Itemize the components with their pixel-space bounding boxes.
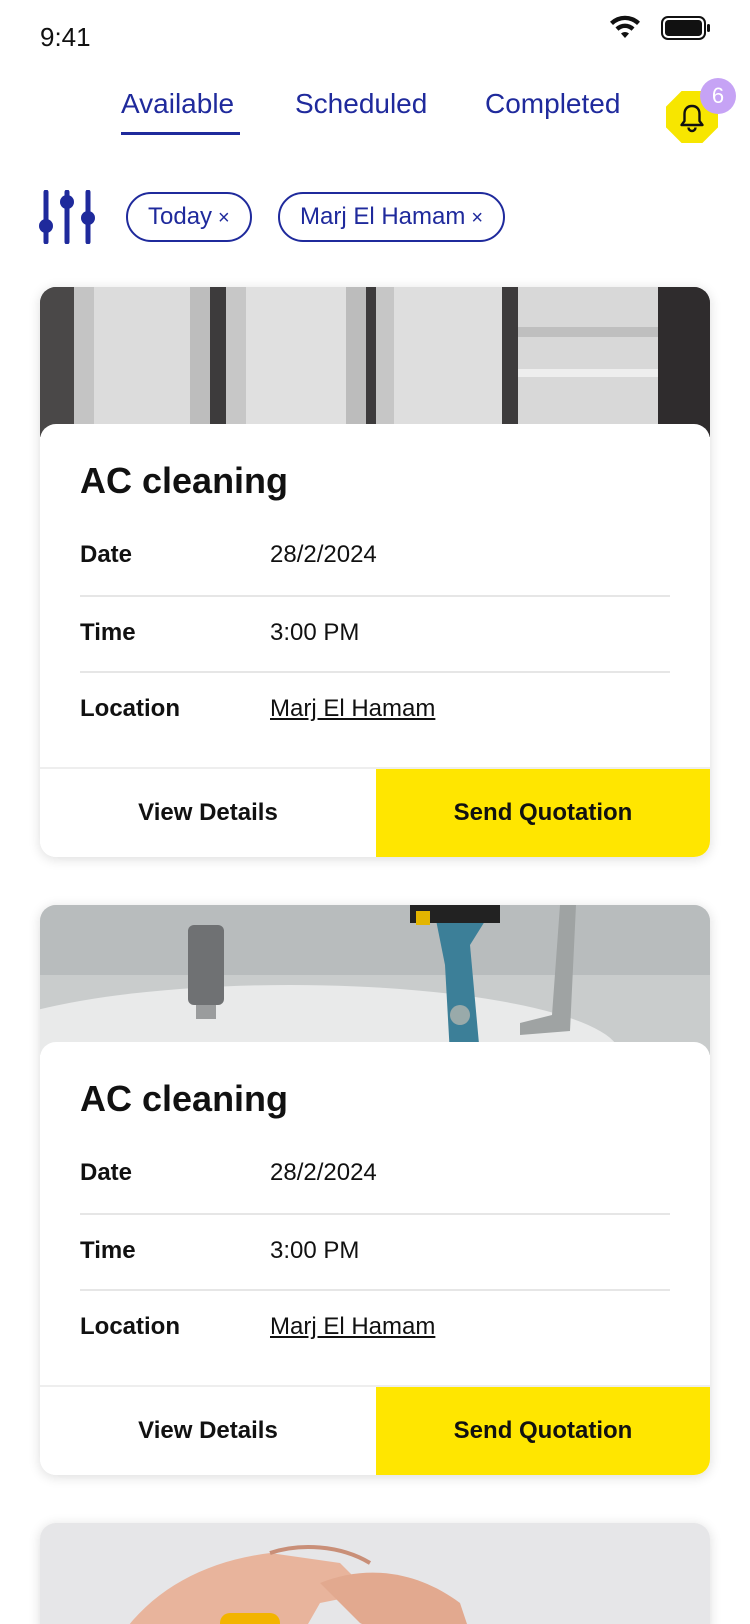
date-value: 28/2/2024 [270,541,377,568]
location-row: Location Marj El Hamam [80,671,670,747]
date-label: Date [80,541,133,568]
date-value: 28/2/2024 [270,1159,377,1186]
battery-icon [661,16,710,40]
job-title: AC cleaning [80,1078,289,1119]
filter-bar: Today × Marj El Hamam × [0,190,750,244]
date-label: Date [80,1159,133,1186]
location-label: Location [80,1313,180,1340]
time-row: Time 3:00 PM [80,595,670,671]
tab-available[interactable]: Available [121,88,234,120]
job-card-body: AC cleaning Date 28/2/2024 Time 3:00 PM … [40,1042,710,1475]
send-quotation-button[interactable]: Send Quotation [376,769,710,857]
time-value: 3:00 PM [270,619,360,646]
water-heater-wrench-photo [40,905,710,1055]
bell-icon [680,104,704,133]
job-card: AC cleaning Date 28/2/2024 Time 3:00 PM … [40,287,710,857]
sliders-icon[interactable] [38,190,98,244]
location-label: Location [80,695,180,722]
status-time: 9:41 [40,22,91,52]
job-actions: View Details Send Quotation [40,1385,710,1475]
tab-scheduled[interactable]: Scheduled [295,88,427,120]
time-row: Time 3:00 PM [80,1213,670,1289]
view-details-button[interactable]: View Details [40,1387,376,1475]
location-link[interactable]: Marj El Hamam [270,695,435,723]
time-value: 3:00 PM [270,1237,360,1264]
close-icon[interactable]: × [471,207,483,229]
active-tab-indicator [121,132,240,135]
wifi-icon [610,15,640,38]
status-bar: 9:41 [0,0,750,70]
job-card-body: AC cleaning Date 28/2/2024 Time 3:00 PM … [40,424,710,857]
filter-chip-label: Marj El Hamam [300,203,466,230]
location-link[interactable]: Marj El Hamam [270,1313,435,1341]
filter-chip-today[interactable]: Today × [126,192,252,242]
notification-count-badge: 6 [700,78,736,114]
tab-completed[interactable]: Completed [485,88,620,120]
close-icon[interactable]: × [218,207,230,229]
date-row: Date 28/2/2024 [80,519,670,595]
job-tabs: Available Scheduled Completed [0,88,750,138]
job-actions: View Details Send Quotation [40,767,710,857]
view-details-button[interactable]: View Details [40,769,376,857]
time-label: Time [80,619,136,646]
job-card [40,1523,710,1624]
notifications-button[interactable]: 6 [666,78,736,144]
date-row: Date 28/2/2024 [80,1137,670,1213]
location-row: Location Marj El Hamam [80,1289,670,1365]
hands-tool-photo [40,1523,710,1624]
filter-chip-label: Today [148,203,213,230]
radiator-photo [40,287,710,437]
job-title: AC cleaning [80,460,289,501]
time-label: Time [80,1237,136,1264]
job-card: AC cleaning Date 28/2/2024 Time 3:00 PM … [40,905,710,1475]
filter-chip-location[interactable]: Marj El Hamam × [278,192,506,242]
send-quotation-button[interactable]: Send Quotation [376,1387,710,1475]
